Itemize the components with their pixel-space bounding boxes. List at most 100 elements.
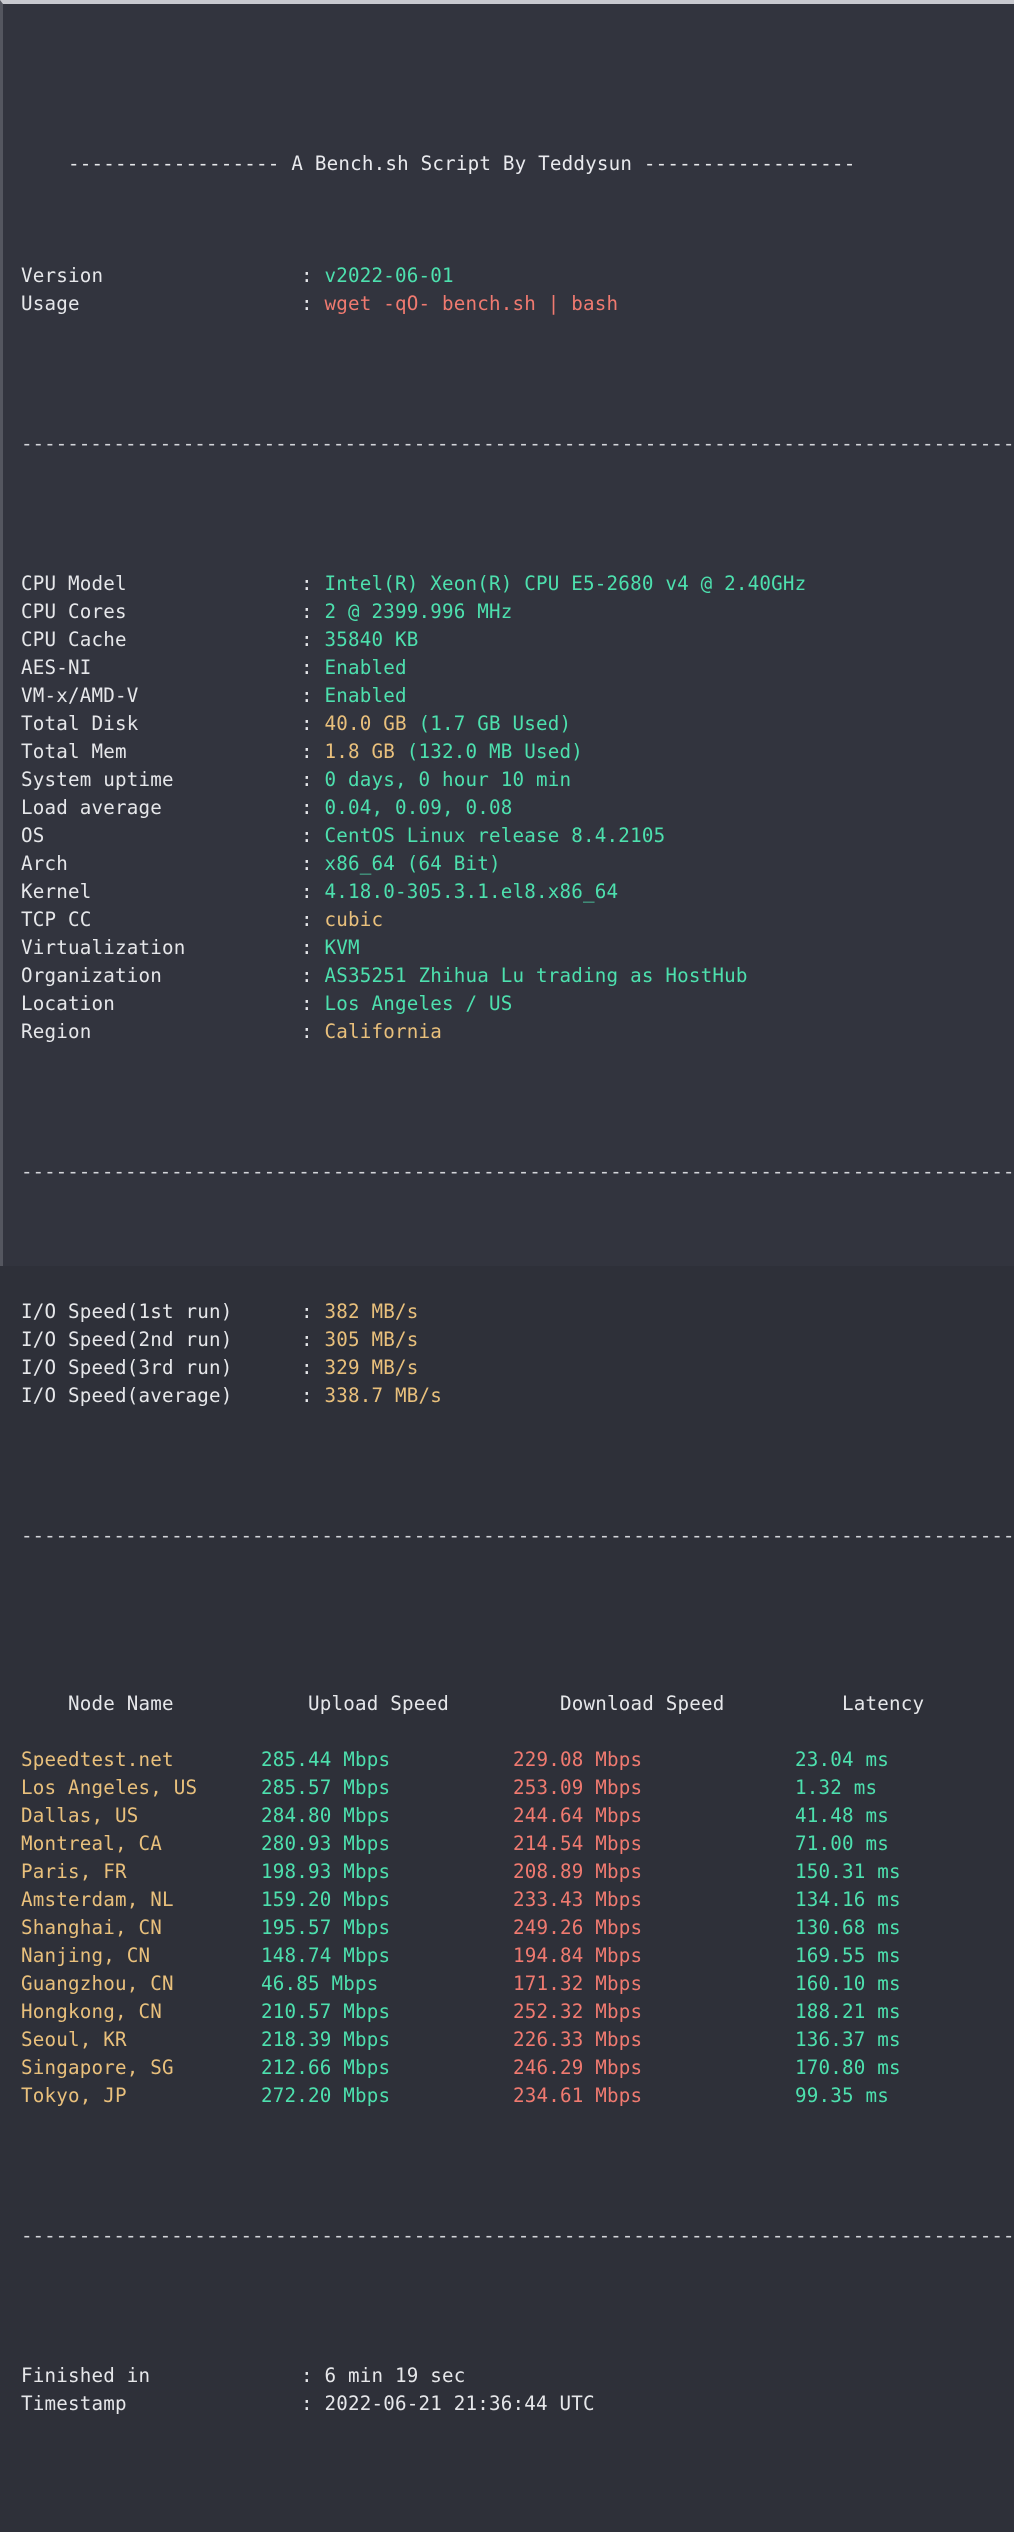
system-info-row: Total Mem: 1.8 GB (132.0 MB Used) — [3, 738, 1014, 766]
terminal-window: ------------------ A Bench.sh Script By … — [0, 0, 1014, 2415]
system-info-label: CPU Cache — [21, 628, 127, 651]
cell-download-speed: 244.64 Mbps — [513, 1804, 643, 1827]
cell-download-speed: 214.54 Mbps — [513, 1832, 643, 1855]
footer-info-value: 2022-06-21 21:36:44 UTC — [324, 2392, 595, 2415]
cell-download-speed: 226.33 Mbps — [513, 2028, 643, 2051]
system-info-value: CentOS Linux release 8.4.2105 — [324, 824, 666, 847]
system-info-row: Virtualization: KVM — [3, 934, 1014, 962]
cell-download-speed: 252.32 Mbps — [513, 2000, 643, 2023]
system-info-value: AS35251 Zhihua Lu trading as HostHub — [324, 964, 748, 987]
table-row: Seoul, KR 218.39 Mbps 226.33 Mbps 136.37 ms — [3, 2026, 1014, 2054]
footer-info-label: Timestamp — [21, 2392, 127, 2415]
system-info-row: Organization: AS35251 Zhihua Lu trading … — [3, 962, 1014, 990]
cell-upload-speed: 285.57 Mbps — [261, 1776, 391, 1799]
system-info-value: 0 days, 0 hour 10 min — [324, 768, 572, 791]
system-info-row: System uptime: 0 days, 0 hour 10 min — [3, 766, 1014, 794]
system-info-label: CPU Cores — [21, 600, 127, 623]
io-speed-section: I/O Speed(1st run): 382 MB/s I/O Speed(2n… — [3, 1298, 1014, 1410]
cell-latency: 188.21 ms — [795, 2000, 901, 2023]
colon-separator: : — [301, 1384, 325, 1407]
table-row: Singapore, SG 212.66 Mbps 246.29 Mbps 170.8… — [3, 2054, 1014, 2082]
colon-separator: : — [301, 880, 325, 903]
cell-node-name: Paris, FR — [21, 1860, 127, 1883]
header-info-row: Version: v2022-06-01 — [3, 262, 1014, 290]
cell-download-speed: 253.09 Mbps — [513, 1776, 643, 1799]
title-dashes-left: ------------------ — [68, 152, 280, 175]
system-info-row: Kernel: 4.18.0-305.3.1.el8.x86_64 — [3, 878, 1014, 906]
title-dashes-right: ------------------ — [643, 152, 856, 175]
system-info-row: OS: CentOS Linux release 8.4.2105 — [3, 822, 1014, 850]
colon-separator: : — [301, 796, 325, 819]
footer-info-label: Finished in — [21, 2364, 151, 2387]
system-info-label: Total Mem — [21, 740, 127, 763]
header-info-row: Usage: wget -qO- bench.sh | bash — [3, 290, 1014, 318]
system-info-row: Total Disk: 40.0 GB (1.7 GB Used) — [3, 710, 1014, 738]
system-info-label: CPU Model — [21, 572, 127, 595]
io-speed-value: 382 MB/s — [324, 1300, 419, 1323]
column-header-upload-speed: Upload Speed — [308, 1692, 450, 1715]
speedtest-table-body: Speedtest.net 285.44 Mbps 229.08 Mbps 23.04… — [3, 1746, 1014, 2110]
cell-download-speed: 208.89 Mbps — [513, 1860, 643, 1883]
system-info-label: System uptime — [21, 768, 174, 791]
system-info-label: Location — [21, 992, 116, 1015]
footer-info-row: Finished in: 6 min 19 sec — [3, 2362, 1014, 2390]
system-info-value: 1.8 GB — [324, 740, 396, 763]
colon-separator: : — [301, 1328, 325, 1351]
cell-latency: 1.32 ms — [795, 1776, 878, 1799]
colon-separator: : — [301, 684, 325, 707]
cell-download-speed: 249.26 Mbps — [513, 1916, 643, 1939]
io-speed-label: I/O Speed(average) — [21, 1384, 233, 1407]
colon-separator: : — [301, 740, 325, 763]
colon-separator: : — [301, 600, 325, 623]
system-info-row: CPU Cores: 2 @ 2399.996 MHz — [3, 598, 1014, 626]
colon-separator: : — [301, 908, 325, 931]
column-header-latency: Latency — [842, 1692, 925, 1715]
io-speed-label: I/O Speed(1st run) — [21, 1300, 233, 1323]
cell-node-name: Guangzhou, CN — [21, 1972, 174, 1995]
table-row: Guangzhou, CN 46.85 Mbps 171.32 Mbps 160.10… — [3, 1970, 1014, 1998]
colon-separator: : — [301, 852, 325, 875]
table-row: Montreal, CA 280.93 Mbps 214.54 Mbps 71.00 … — [3, 1830, 1014, 1858]
column-header-node-name: Node Name — [68, 1692, 174, 1715]
colon-separator: : — [301, 712, 325, 735]
cell-latency: 169.55 ms — [795, 1944, 901, 1967]
system-info-row: CPU Cache: 35840 KB — [3, 626, 1014, 654]
system-info-label: VM-x/AMD-V — [21, 684, 139, 707]
cell-latency: 170.80 ms — [795, 2056, 901, 2079]
system-info-row: Arch: x86_64 (64 Bit) — [3, 850, 1014, 878]
cell-node-name: Amsterdam, NL — [21, 1888, 174, 1911]
colon-separator: : — [301, 656, 325, 679]
system-info-label: Total Disk — [21, 712, 139, 735]
io-speed-row: I/O Speed(1st run): 382 MB/s — [3, 1298, 1014, 1326]
cell-node-name: Montreal, CA — [21, 1832, 163, 1855]
cell-upload-speed: 46.85 Mbps — [261, 1972, 379, 1995]
cell-latency: 130.68 ms — [795, 1916, 901, 1939]
cell-download-speed: 171.32 Mbps — [513, 1972, 643, 1995]
colon-separator: : — [301, 992, 325, 1015]
footer-section: Finished in: 6 min 19 sec Timestamp: 2022… — [3, 2362, 1014, 2418]
system-info-row: Location: Los Angeles / US — [3, 990, 1014, 1018]
header-info-section: Version: v2022-06-01 Usage: wget -qO- ben… — [3, 262, 1014, 318]
system-info-label: Load average — [21, 796, 163, 819]
script-title-line: ------------------ A Bench.sh Script By … — [3, 122, 1014, 175]
io-speed-label: I/O Speed(2nd run) — [21, 1328, 233, 1351]
system-info-value: California — [324, 1020, 443, 1043]
colon-separator: : — [301, 768, 325, 791]
cell-latency: 99.35 ms — [795, 2084, 890, 2107]
system-info-value: 0.04, 0.09, 0.08 — [324, 796, 513, 819]
cell-node-name: Tokyo, JP — [21, 2084, 127, 2107]
io-speed-value: 338.7 MB/s — [324, 1384, 443, 1407]
colon-separator: : — [301, 824, 325, 847]
system-info-label: Region — [21, 1020, 92, 1043]
cell-latency: 71.00 ms — [795, 1832, 890, 1855]
cell-upload-speed: 272.20 Mbps — [261, 2084, 391, 2107]
cell-latency: 23.04 ms — [795, 1748, 890, 1771]
system-info-row: Load average: 0.04, 0.09, 0.08 — [3, 794, 1014, 822]
cell-upload-speed: 212.66 Mbps — [261, 2056, 391, 2079]
io-speed-value: 329 MB/s — [324, 1356, 419, 1379]
cell-node-name: Shanghai, CN — [21, 1916, 163, 1939]
cell-download-speed: 234.61 Mbps — [513, 2084, 643, 2107]
table-row: Paris, FR 198.93 Mbps 208.89 Mbps 150.31 ms — [3, 1858, 1014, 1886]
speedtest-table-header: Node Name Upload Speed Download Speed Laten… — [3, 1662, 1014, 1715]
system-info-value: 40.0 GB — [324, 712, 407, 735]
